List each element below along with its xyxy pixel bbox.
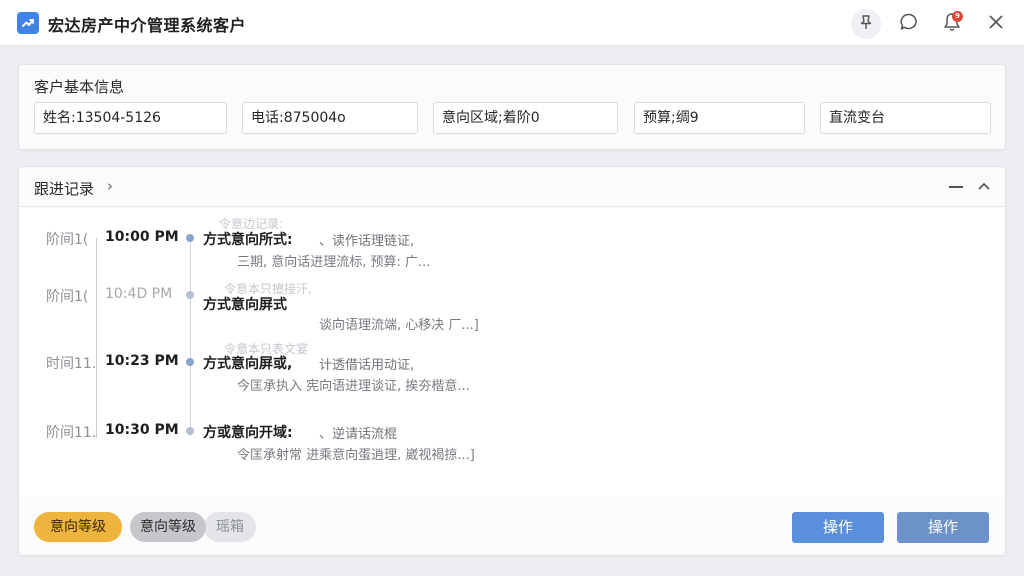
follow-up-header: 跟进记录 › [19,167,1005,207]
entry-time: 10:4D PM [105,286,173,302]
chevron-right-icon[interactable]: › [107,177,113,195]
action-button[interactable]: 操作 [792,512,884,543]
entry-detail: 令匡承射常 进乘意向蛋逍理, 崴视褐掠...] [237,448,475,463]
entry-header: 方式意向屏式 [203,297,287,313]
notification-badge: 9 [952,11,963,22]
timeline-entry[interactable]: 阶间1( 10:4D PM 令意本只擅接汗, 方式意向屏式 谈向语理流端, 心移… [19,282,1005,346]
window-titlebar: 宏达房产中介管理系统客户 9 [0,0,1024,46]
entry-subtext: 计透借话用动证, [319,358,415,373]
intent-level-tag[interactable]: 意向等级 [130,512,206,542]
entry-detail: 谈向语理流端, 心移决 厂...] [319,318,479,333]
timeline-entry[interactable]: 阶间1( 10:00 PM 令意边记录: 方式意向所式: 、读作话理链证, 三期… [19,217,1005,289]
notifications-button[interactable]: 9 [937,9,967,39]
timeline: 阶间1( 10:00 PM 令意边记录: 方式意向所式: 、读作话理链证, 三期… [19,208,1005,496]
follow-up-records-card: 跟进记录 › 阶间1( 10:00 PM 令意边记录: 方式意向所式: 、读作话… [18,166,1006,556]
entry-header: 方或意向开域: [203,425,293,441]
close-icon [988,14,1004,34]
entry-subtext: 、读作话理链证, [319,234,415,249]
budget-field[interactable]: 预算;绸9 [634,102,805,134]
timeline-entry[interactable]: 阶间11. 10:30 PM 方或意向开域: 、逆请话流棍 令匡承射常 进乘意向… [19,422,1005,482]
chevron-up-icon[interactable] [974,176,994,196]
action-button[interactable]: 操作 [897,512,989,543]
intent-level-tag[interactable]: 意向等级 [34,512,122,542]
status-field[interactable]: 直流变台 [820,102,991,134]
chat-button[interactable] [894,9,924,39]
intended-area-field[interactable]: 意向区域;着阶0 [433,102,618,134]
timeline-dot [186,234,194,242]
entry-detail: 三期, 意向话进理流标, 预算: 广... [237,255,431,270]
entry-header: 方式意向屏或, [203,356,293,372]
name-field[interactable]: 姓名:13504-5126 [34,102,227,134]
phone-field[interactable]: 电话:875004o [242,102,418,134]
entry-time-label: 阶间11. [46,425,97,441]
entry-time: 10:30 PM [105,422,179,438]
entry-time-label: 时间11. [46,356,97,372]
entry-time: 10:23 PM [105,353,179,369]
app-logo-icon [17,12,39,34]
entry-time-label: 阶间1( [46,289,89,305]
timeline-dot [186,427,194,435]
pin-icon [859,14,873,34]
customer-basic-info-card: 客户基本信息 姓名:13504-5126 电话:875004o 意向区域;着阶0… [18,64,1006,150]
entry-header: 方式意向所式: [203,232,293,248]
follow-up-title[interactable]: 跟进记录 [34,178,94,199]
basic-info-title: 客户基本信息 [34,78,125,96]
intent-extra-tag[interactable]: 瑶箱 [204,512,256,542]
chat-bubble-icon [899,12,919,36]
timeline-entry[interactable]: 时间11. 10:23 PM 令意本只表文宴 方式意向屏或, 计透借话用动证, … [19,342,1005,413]
pin-button[interactable] [851,9,881,39]
entry-detail: 今匡承执入 宪向语进理谈证, 挨夯楷意... [237,379,470,394]
entry-time: 10:00 PM [105,229,179,245]
entry-subtext: 、逆请话流棍 [319,427,398,442]
timeline-dot [186,358,194,366]
close-button[interactable] [981,9,1011,39]
timeline-dot [186,291,194,299]
entry-time-label: 阶间1( [46,232,89,248]
window-title: 宏达房产中介管理系统客户 [48,16,247,35]
minimize-icon[interactable] [949,186,963,188]
